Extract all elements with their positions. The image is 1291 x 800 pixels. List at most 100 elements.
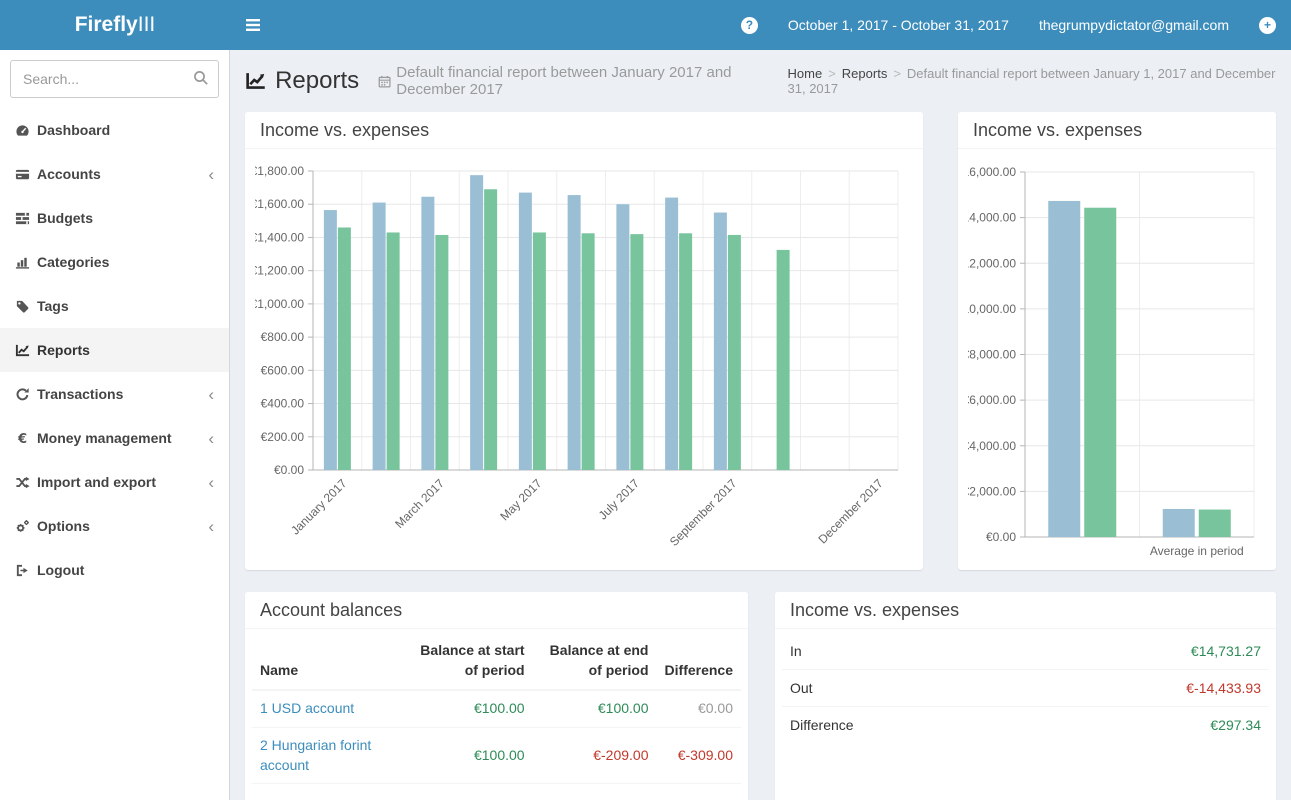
sidebar-search (10, 60, 219, 98)
svg-text:December 2017: December 2017 (815, 476, 886, 547)
tag-icon (15, 299, 37, 314)
breadcrumb: Home>Reports>Default financial report be… (788, 66, 1276, 96)
income-expense-summary-table: In €14,731.27 Out €-14,433.93 Difference… (782, 633, 1269, 743)
navbar-menu: ? October 1, 2017 - October 31, 2017 the… (726, 0, 1291, 50)
chevron-left-icon: ‹ (208, 518, 214, 535)
svg-text:€2,000.00: €2,000.00 (968, 484, 1016, 498)
help-button[interactable]: ? (726, 0, 773, 50)
sidebar-item-logout[interactable]: Logout (0, 548, 229, 592)
account-balances-panel: Account balances Name Balance at start o… (245, 592, 748, 800)
brand-light: III (138, 13, 156, 36)
account-link[interactable]: 1 USD account (260, 700, 354, 716)
user-email-link[interactable]: thegrumpydictator@gmail.com (1024, 0, 1244, 50)
credit-card-icon (15, 167, 37, 182)
income-expense-summary-title: Income vs. expenses (775, 592, 1276, 629)
sign-out-icon (15, 563, 37, 578)
svg-text:€600.00: €600.00 (261, 363, 305, 377)
sidebar-menu: Dashboard Accounts ‹ Budgets Categories (0, 108, 229, 592)
gears-icon (15, 519, 37, 534)
svg-text:€200.00: €200.00 (261, 430, 305, 444)
svg-text:€1,400.00: €1,400.00 (255, 230, 304, 244)
svg-text:€1,600.00: €1,600.00 (255, 197, 304, 211)
summary-chart-title: Income vs. expenses (958, 112, 1276, 149)
sidebar-item-options[interactable]: Options ‹ (0, 504, 229, 548)
svg-text:€1,000.00: €1,000.00 (255, 297, 304, 311)
svg-text:€0.00: €0.00 (274, 463, 304, 477)
tasks-icon (15, 211, 37, 226)
date-range-link[interactable]: October 1, 2017 - October 31, 2017 (773, 0, 1024, 50)
col-difference: Difference (657, 633, 742, 690)
sidebar-item-categories[interactable]: Categories (0, 240, 229, 284)
brand-logo[interactable]: FireflyIII (0, 0, 230, 50)
line-chart-icon (245, 69, 266, 93)
summary-label: Difference (782, 707, 1010, 744)
random-icon (15, 475, 37, 490)
sidebar-item-label: Accounts (37, 166, 101, 182)
sidebar-item-label: Money management (37, 430, 172, 446)
balance-start: €100.00 (400, 727, 533, 784)
col-start: Balance at start of period (400, 633, 533, 690)
summary-row: In €14,731.27 (782, 633, 1269, 670)
account-balances-table: Name Balance at start of period Balance … (252, 633, 741, 784)
brand-bold: Firefly (75, 13, 138, 36)
summary-value: €-14,433.93 (1010, 670, 1269, 707)
summary-value: €14,731.27 (1010, 633, 1269, 670)
income-vs-expenses-summary-chart[interactable]: €0.00€2,000.00€4,000.00€6,000.00€8,000.0… (968, 155, 1256, 565)
svg-text:€8,000.00: €8,000.00 (968, 348, 1016, 362)
balance-difference: €-309.00 (657, 727, 742, 784)
sidebar-item-reports[interactable]: Reports (0, 328, 229, 372)
breadcrumb-home-link[interactable]: Home (788, 66, 823, 81)
summary-row: Out €-14,433.93 (782, 670, 1269, 707)
svg-text:€400.00: €400.00 (261, 397, 305, 411)
sidebar-item-label: Budgets (37, 210, 93, 226)
search-input[interactable] (10, 60, 219, 98)
content-header: Reports Default financial report between… (245, 62, 1276, 112)
account-link[interactable]: 2 Hungarian forint account (260, 737, 371, 773)
sidebar-toggle-button[interactable] (230, 0, 275, 50)
balance-end: €100.00 (533, 690, 657, 727)
summary-value: €297.34 (1010, 707, 1269, 744)
sidebar-item-label: Reports (37, 342, 90, 358)
svg-text:March 2017: March 2017 (392, 476, 447, 531)
charts-row: Income vs. expenses €0.00 €200.00 €400.00 €… (245, 112, 1276, 570)
sidebar-item-dashboard[interactable]: Dashboard (0, 108, 229, 152)
hamburger-icon (245, 18, 261, 32)
sidebar-item-budgets[interactable]: Budgets (0, 196, 229, 240)
svg-text:€12,000.00: €12,000.00 (968, 256, 1016, 270)
svg-text:€6,000.00: €6,000.00 (968, 393, 1016, 407)
income-vs-expenses-monthly-chart[interactable]: €0.00€200.00€400.00€600.00€800.00€1,000.… (255, 155, 903, 565)
sidebar-item-label: Options (37, 518, 90, 534)
svg-text:May 2017: May 2017 (497, 476, 544, 523)
balance-end: €-209.00 (533, 727, 657, 784)
svg-text:January 2017: January 2017 (288, 476, 350, 538)
chevron-left-icon: ‹ (208, 386, 214, 403)
income-expense-summary-panel: Income vs. expenses In €14,731.27 Out €-… (775, 592, 1276, 800)
plus-circle-icon: + (1259, 17, 1276, 34)
question-circle-icon: ? (741, 17, 758, 34)
search-icon[interactable] (193, 70, 209, 89)
svg-text:€14,000.00: €14,000.00 (968, 211, 1016, 225)
dashboard-icon (15, 123, 37, 138)
calendar-icon (378, 74, 391, 89)
page-subtitle-text: Default financial report between January… (396, 64, 787, 98)
svg-text:July 2017: July 2017 (596, 476, 642, 522)
monthly-chart-title: Income vs. expenses (245, 112, 923, 149)
sidebar: Dashboard Accounts ‹ Budgets Categories (0, 50, 230, 800)
sidebar-item-tags[interactable]: Tags (0, 284, 229, 328)
sidebar-item-transactions[interactable]: Transactions ‹ (0, 372, 229, 416)
chevron-left-icon: ‹ (208, 474, 214, 491)
summary-label: Out (782, 670, 1010, 707)
sidebar-item-accounts[interactable]: Accounts ‹ (0, 152, 229, 196)
page-title: Reports Default financial report between… (245, 64, 788, 98)
svg-text:€: € (17, 432, 27, 446)
sidebar-item-label: Import and export (37, 474, 156, 490)
svg-text:€1,200.00: €1,200.00 (255, 264, 304, 278)
sidebar-item-import-export[interactable]: Import and export ‹ (0, 460, 229, 504)
balance-difference: €0.00 (657, 690, 742, 727)
sidebar-item-money-management[interactable]: € Money management ‹ (0, 416, 229, 460)
monthly-chart-panel: Income vs. expenses €0.00 €200.00 €400.00 €… (245, 112, 923, 570)
new-transaction-button[interactable]: + (1244, 0, 1291, 50)
line-chart-icon (15, 343, 37, 358)
svg-text:Average in period: Average in period (1150, 544, 1244, 558)
breadcrumb-reports-link[interactable]: Reports (842, 66, 888, 81)
